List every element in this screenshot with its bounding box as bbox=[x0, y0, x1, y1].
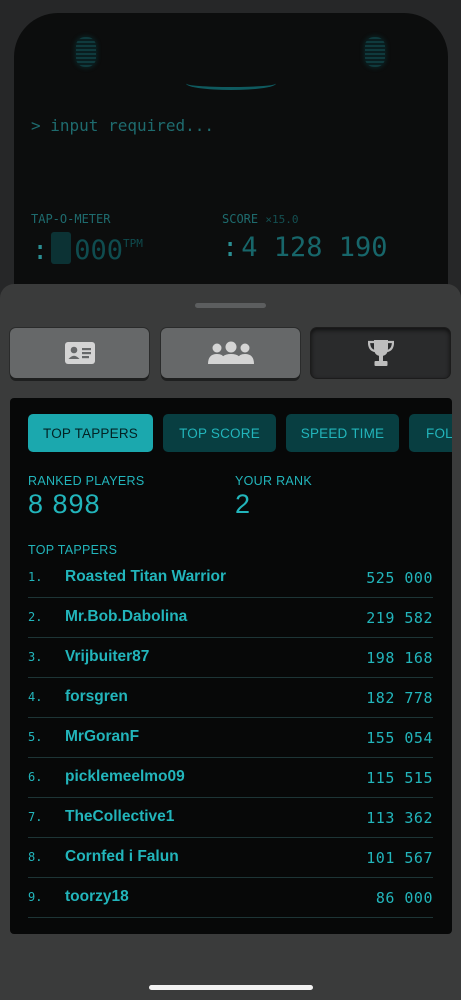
score-value: :4 128 190 bbox=[222, 232, 388, 263]
score-label: SCORE ×15.0 bbox=[222, 212, 298, 226]
score-number: 4 128 190 bbox=[241, 232, 388, 263]
left-speaker-icon bbox=[76, 37, 96, 67]
row-score: 219 582 bbox=[366, 609, 433, 627]
community-tab-button[interactable] bbox=[161, 328, 300, 378]
tap-meter-number: 000 bbox=[74, 235, 124, 266]
row-rank: 6. bbox=[28, 770, 43, 784]
row-score: 113 362 bbox=[366, 809, 433, 827]
score-multiplier: ×15.0 bbox=[265, 213, 299, 226]
row-player-name: Roasted Titan Warrior bbox=[65, 568, 227, 585]
leaderboard-panel: TOP TAPPERS TOP SCORE SPEED TIME FOL RAN… bbox=[10, 398, 452, 934]
home-indicator[interactable] bbox=[149, 985, 313, 990]
list-title: TOP TAPPERS bbox=[28, 543, 118, 557]
row-player-name: toorzy18 bbox=[65, 888, 129, 905]
leaderboard-tabs: TOP TAPPERS TOP SCORE SPEED TIME FOL bbox=[28, 414, 452, 452]
leaderboard-row[interactable]: 9. toorzy18 86 000 bbox=[28, 878, 433, 918]
row-rank: 2. bbox=[28, 610, 43, 624]
tab-followers[interactable]: FOL bbox=[409, 414, 452, 452]
row-player-name: Cornfed i Falun bbox=[65, 848, 179, 865]
leaderboard-row[interactable]: 8. Cornfed i Falun 101 567 bbox=[28, 838, 433, 878]
leaderboard-row[interactable]: 7. TheCollective1 113 362 bbox=[28, 798, 433, 838]
row-score: 155 054 bbox=[366, 729, 433, 747]
row-player-name: MrGoranF bbox=[65, 728, 140, 745]
row-rank: 7. bbox=[28, 810, 43, 824]
row-score: 525 000 bbox=[366, 569, 433, 587]
row-player-name: Mr.Bob.Dabolina bbox=[65, 608, 188, 625]
leaderboard-row[interactable]: 6. picklemeelmo09 115 515 bbox=[28, 758, 433, 798]
your-rank-label: YOUR RANK bbox=[235, 474, 313, 488]
row-score: 101 567 bbox=[366, 849, 433, 867]
row-rank: 5. bbox=[28, 730, 43, 744]
row-score: 115 515 bbox=[366, 769, 433, 787]
row-rank: 9. bbox=[28, 890, 43, 904]
score-label-text: SCORE bbox=[222, 212, 259, 226]
tab-top-score[interactable]: TOP SCORE bbox=[163, 414, 276, 452]
row-player-name: TheCollective1 bbox=[65, 808, 175, 825]
right-speaker-icon bbox=[365, 37, 385, 67]
community-icon bbox=[207, 341, 254, 364]
row-player-name: picklemeelmo09 bbox=[65, 768, 185, 785]
profile-tab-button[interactable] bbox=[10, 328, 149, 378]
trophy-icon bbox=[367, 340, 394, 366]
row-score: 182 778 bbox=[366, 689, 433, 707]
leaderboard-row[interactable]: 3. Vrijbuiter87 198 168 bbox=[28, 638, 433, 678]
leaderboard-row[interactable]: 4. forsgren 182 778 bbox=[28, 678, 433, 718]
tap-meter-unit: TPM bbox=[123, 237, 143, 250]
sheet-grabber[interactable] bbox=[195, 303, 266, 308]
leaderboard-tab-button[interactable] bbox=[311, 328, 450, 378]
row-rank: 1. bbox=[28, 570, 43, 584]
ranked-players-label: RANKED PLAYERS bbox=[28, 474, 145, 488]
terminal-prompt: > input required... bbox=[31, 116, 215, 135]
leaderboard-row[interactable]: 1. Roasted Titan Warrior 525 000 bbox=[28, 558, 433, 598]
leaderboard-row[interactable]: 2. Mr.Bob.Dabolina 219 582 bbox=[28, 598, 433, 638]
leaderboard-list: 1. Roasted Titan Warrior 525 000 2. Mr.Bob.… bbox=[28, 558, 433, 918]
tab-top-tappers[interactable]: TOP TAPPERS bbox=[28, 414, 153, 452]
row-player-name: Vrijbuiter87 bbox=[65, 648, 150, 665]
row-score: 86 000 bbox=[375, 889, 433, 907]
tap-meter-label: TAP-O-METER bbox=[31, 212, 111, 226]
digit-cursor bbox=[51, 232, 72, 264]
robot-mouth bbox=[186, 77, 276, 90]
ranked-players-value: 8 898 bbox=[28, 489, 101, 519]
leaderboard-row[interactable]: 5. MrGoranF 155 054 bbox=[28, 718, 433, 758]
id-card-icon bbox=[64, 342, 95, 364]
your-rank-value: 2 bbox=[235, 489, 252, 519]
row-rank: 3. bbox=[28, 650, 43, 664]
tap-meter-value: :000TPM bbox=[32, 232, 143, 266]
row-rank: 4. bbox=[28, 690, 43, 704]
tab-speed-time[interactable]: SPEED TIME bbox=[286, 414, 399, 452]
row-player-name: forsgren bbox=[65, 688, 128, 705]
bottom-sheet: TOP TAPPERS TOP SCORE SPEED TIME FOL RAN… bbox=[0, 284, 461, 1000]
row-score: 198 168 bbox=[366, 649, 433, 667]
row-rank: 8. bbox=[28, 850, 43, 864]
